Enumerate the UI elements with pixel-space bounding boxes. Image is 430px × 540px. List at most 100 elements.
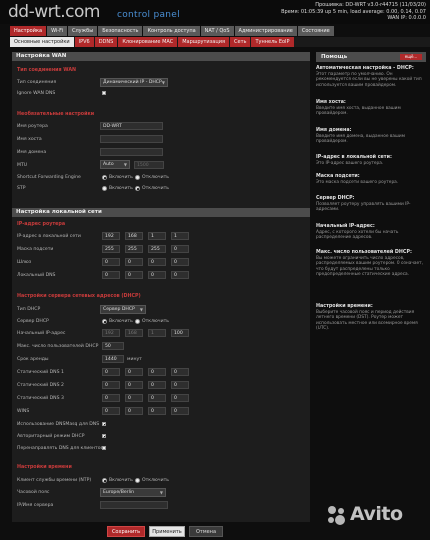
start-ip-octet-1: 192 — [102, 329, 120, 337]
tab-nat-qos[interactable]: NAT / QoS — [200, 26, 234, 36]
wins-octet-1[interactable]: 0 — [102, 407, 120, 415]
domain-input[interactable] — [100, 148, 163, 156]
mtu-mode-select[interactable]: Auto ▼ — [100, 160, 130, 169]
ntp-disable-label: Отключить — [142, 478, 169, 483]
dhcp-server-enable-label: Включить — [109, 319, 133, 324]
ntp-enable-radio[interactable] — [102, 478, 107, 483]
lan-ip-octet-3[interactable]: 1 — [148, 232, 166, 240]
static-dns2-octet-2[interactable]: 0 — [125, 381, 143, 389]
chevron-down-icon: ▼ — [123, 162, 127, 167]
dnsmasq-checkbox[interactable] — [102, 422, 106, 426]
static-dns1-octet-2[interactable]: 0 — [125, 368, 143, 376]
stp-enable-radio[interactable] — [102, 186, 107, 191]
wins-octet-4[interactable]: 0 — [171, 407, 189, 415]
authoritative-checkbox[interactable] — [102, 434, 106, 438]
help-term: Имя домена: — [316, 128, 352, 133]
mtu-value-input[interactable]: 1500 — [134, 161, 164, 169]
static-dns1-octet-4[interactable]: 0 — [171, 368, 189, 376]
ntp-server-input[interactable] — [100, 501, 168, 509]
tab-security[interactable]: Безопасность — [98, 26, 143, 36]
dhcp-server-label: Сервер DHCP — [17, 319, 49, 324]
main-tabs: Настройка Wi-Fi Службы Безопасность Конт… — [10, 26, 334, 36]
static-dns3-octet-3[interactable]: 0 — [148, 394, 166, 402]
tab-admin[interactable]: Администрирование — [234, 26, 297, 36]
conn-type-select[interactable]: Динамический IP - DHCP ▼ — [100, 78, 168, 87]
mask-octet-4[interactable]: 0 — [171, 245, 189, 253]
sfe-enable-radio[interactable] — [102, 175, 107, 180]
help-desc: Адрес, с которого хотели бы начать распр… — [316, 230, 399, 241]
local-dns-octet-3[interactable]: 0 — [148, 271, 166, 279]
tab-services[interactable]: Службы — [68, 26, 98, 36]
subtab-ddns[interactable]: DDNS — [94, 37, 118, 47]
help-more-button[interactable]: ещё... — [400, 54, 422, 60]
avito-logo-icon — [328, 506, 345, 525]
static-dns1-octet-3[interactable]: 0 — [148, 368, 166, 376]
static-dns3-octet-2[interactable]: 0 — [125, 394, 143, 402]
tab-wireless[interactable]: Wi-Fi — [47, 26, 67, 36]
dhcp-type-label: Тип DHCP — [17, 307, 41, 312]
tab-access[interactable]: Контроль доступа — [143, 26, 200, 36]
main-panel: Настройка WAN Тип соединения WAN Тип сое… — [12, 52, 310, 522]
tab-setup[interactable]: Настройка — [10, 26, 47, 36]
stp-disable-radio[interactable] — [135, 186, 140, 191]
help-desc: Это маска подсети вашего роутера. — [316, 180, 399, 185]
timezone-select[interactable]: Europe/Berlin ▼ — [100, 488, 166, 497]
lan-ip-octet-1[interactable]: 192 — [102, 232, 120, 240]
header: dd-wrt.com control panel Прошивка: DD-WR… — [0, 0, 430, 24]
static-dns3-octet-4[interactable]: 0 — [171, 394, 189, 402]
local-dns-octet-4[interactable]: 0 — [171, 271, 189, 279]
dhcp-type-select[interactable]: Сервер DHCP ▼ — [100, 305, 146, 314]
subtab-basic[interactable]: Основные настройки — [10, 37, 74, 47]
save-button[interactable]: Сохранить — [107, 526, 145, 537]
subtab-network[interactable]: Сеть — [230, 37, 251, 47]
logo: dd-wrt.com — [8, 2, 101, 22]
help-desc: Выберите часовой пояс и период действия … — [316, 310, 418, 332]
dhcp-server-disable-radio[interactable] — [135, 319, 140, 324]
local-dns-octet-1[interactable]: 0 — [102, 271, 120, 279]
ignore-wan-dns-checkbox[interactable] — [102, 91, 106, 95]
forced-dns-checkbox[interactable] — [102, 446, 106, 450]
help-term: IP-адрес в локальной сети: — [316, 155, 392, 160]
static-dns1-octet-1[interactable]: 0 — [102, 368, 120, 376]
static-dns2-octet-1[interactable]: 0 — [102, 381, 120, 389]
lan-ip-octet-2[interactable]: 168 — [125, 232, 143, 240]
router-name-input[interactable]: DD-WRT — [100, 122, 163, 130]
router-ip-subtitle: IP-адрес роутера — [17, 222, 66, 227]
lease-input[interactable]: 1440 — [102, 355, 124, 363]
sfe-disable-radio[interactable] — [135, 175, 140, 180]
max-users-input[interactable]: 50 — [102, 342, 124, 350]
tab-status[interactable]: Состояние — [297, 26, 334, 36]
mtu-mode-value: Auto — [103, 162, 114, 167]
wins-octet-2[interactable]: 0 — [125, 407, 143, 415]
gateway-octet-2[interactable]: 0 — [125, 258, 143, 266]
ntp-disable-radio[interactable] — [135, 478, 140, 483]
static-dns3-octet-1[interactable]: 0 — [102, 394, 120, 402]
static-dns2-octet-4[interactable]: 0 — [171, 381, 189, 389]
subtab-eoip[interactable]: Туннель EoIP — [251, 37, 294, 47]
local-dns-octet-2[interactable]: 0 — [125, 271, 143, 279]
start-ip-label: Начальный IP-адрес — [17, 331, 66, 336]
chevron-down-icon: ▼ — [159, 490, 163, 495]
mask-octet-2[interactable]: 255 — [125, 245, 143, 253]
subtab-mac-clone[interactable]: Клонирование MAC — [118, 37, 178, 47]
subtab-routing[interactable]: Маршрутизация — [178, 37, 230, 47]
timezone-value: Europe/Berlin — [103, 490, 135, 495]
gateway-octet-4[interactable]: 0 — [171, 258, 189, 266]
static-dns2-octet-3[interactable]: 0 — [148, 381, 166, 389]
lan-ip-octet-4[interactable]: 1 — [171, 232, 189, 240]
router-name-label: Имя роутера — [17, 124, 48, 129]
apply-button[interactable]: Применить — [149, 526, 185, 537]
mask-octet-1[interactable]: 255 — [102, 245, 120, 253]
wins-octet-3[interactable]: 0 — [148, 407, 166, 415]
control-panel-subtitle: control panel — [117, 10, 180, 20]
ntp-server-label: IP/Имя сервера — [17, 503, 54, 508]
hostname-input[interactable] — [100, 135, 163, 143]
subtab-ipv6[interactable]: IPV6 — [74, 37, 94, 47]
gateway-octet-3[interactable]: 0 — [148, 258, 166, 266]
cancel-button[interactable]: Отмена — [189, 526, 223, 537]
dhcp-server-enable-radio[interactable] — [102, 319, 107, 324]
start-ip-octet-4[interactable]: 100 — [171, 329, 189, 337]
chevron-down-icon: ▼ — [139, 307, 143, 312]
gateway-octet-1[interactable]: 0 — [102, 258, 120, 266]
mask-octet-3[interactable]: 255 — [148, 245, 166, 253]
